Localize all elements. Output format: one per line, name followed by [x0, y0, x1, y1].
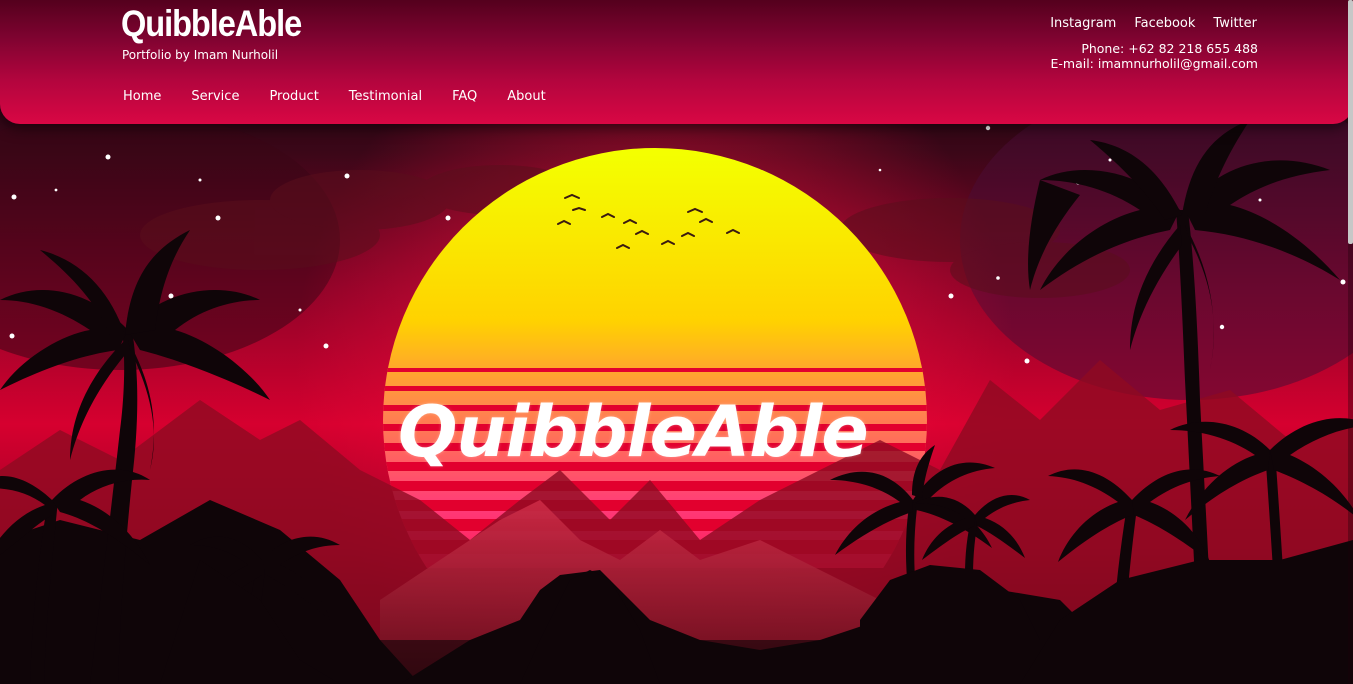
contact-phone: Phone: +62 82 218 655 488: [1081, 41, 1258, 56]
page: QuibbleAble QuibbleAble Portfolio by Ima…: [0, 0, 1353, 684]
contact-email[interactable]: E-mail: imamnurholil@gmail.com: [1050, 56, 1258, 71]
contact-info: Phone: +62 82 218 655 488 E-mail: imamnu…: [1050, 41, 1258, 71]
nav-product[interactable]: Product: [269, 88, 318, 106]
nav-about[interactable]: About: [507, 88, 545, 106]
nav-service[interactable]: Service: [191, 88, 239, 106]
main-nav: Home Service Product Testimonial FAQ Abo…: [123, 88, 546, 106]
facebook-link[interactable]: Facebook: [1134, 15, 1195, 33]
twitter-link[interactable]: Twitter: [1213, 15, 1257, 33]
nav-testimonial[interactable]: Testimonial: [349, 88, 422, 106]
scrollbar-thumb[interactable]: [1348, 0, 1353, 244]
vertical-scrollbar[interactable]: [1348, 0, 1353, 684]
nav-home[interactable]: Home: [123, 88, 161, 106]
hero-title: QuibbleAble: [398, 391, 869, 473]
brand-subtitle: Portfolio by Imam Nurholil: [122, 48, 279, 62]
brand-title[interactable]: QuibbleAble: [121, 2, 302, 46]
instagram-link[interactable]: Instagram: [1050, 15, 1116, 33]
nav-faq[interactable]: FAQ: [452, 88, 477, 106]
social-links: Instagram Facebook Twitter: [1050, 15, 1257, 33]
site-header: QuibbleAble Portfolio by Imam Nurholil H…: [0, 0, 1353, 124]
